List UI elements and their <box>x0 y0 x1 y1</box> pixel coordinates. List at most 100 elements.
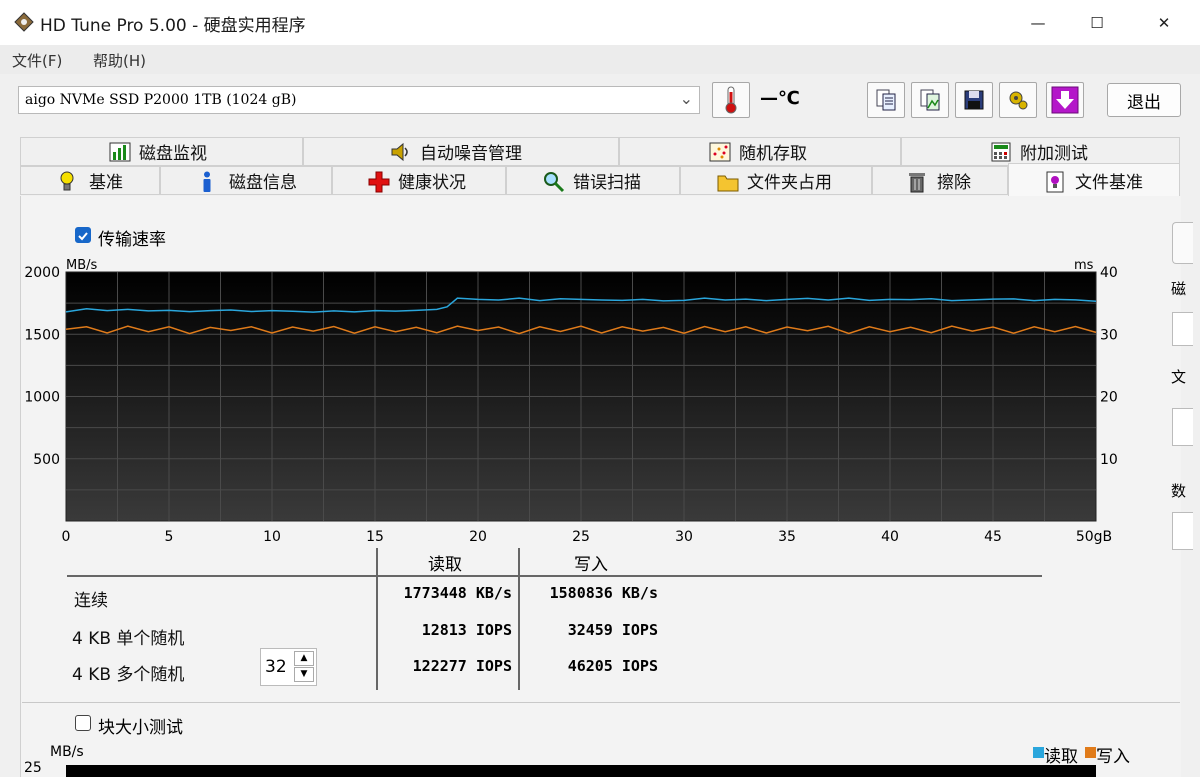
y-right-tick: 40 <box>1100 265 1118 281</box>
file-benchmark-icon <box>1045 171 1065 192</box>
x-tick: 50gB <box>1076 529 1112 545</box>
close-button[interactable]: ✕ <box>1141 0 1187 45</box>
clipped-field[interactable] <box>1172 408 1193 446</box>
menu-file[interactable]: 文件(F) <box>12 50 62 71</box>
random-single-write-value: 32459 IOPS <box>567 621 658 639</box>
save-icon <box>964 90 984 110</box>
check-icon <box>78 232 88 241</box>
spin-down-icon[interactable]: ▼ <box>294 667 314 682</box>
download-icon <box>1051 86 1079 114</box>
tab-file-benchmark[interactable]: 文件基准 <box>1008 163 1180 197</box>
tab-label: 随机存取 <box>739 144 807 164</box>
y-right-unit: ms <box>1074 258 1094 273</box>
app-icon <box>14 12 34 32</box>
settings-button[interactable] <box>999 82 1037 118</box>
tab-error-scan[interactable]: 错误扫描 <box>506 166 680 195</box>
download-button[interactable] <box>1046 82 1084 118</box>
table-divider <box>67 575 1042 577</box>
tab-label: 擦除 <box>937 173 971 193</box>
tab-aam[interactable]: 自动噪音管理 <box>303 137 619 166</box>
x-tick: 20 <box>469 529 487 545</box>
queue-depth-spinner[interactable]: 32 ▲ ▼ <box>260 648 317 686</box>
tab-label: 健康状况 <box>398 173 466 193</box>
x-tick: 5 <box>165 529 174 545</box>
bulb-icon <box>59 171 79 191</box>
tab-disk-monitor[interactable]: 磁盘监视 <box>20 137 303 166</box>
row-label: 4 KB 单个随机 <box>72 629 185 649</box>
y-left-tick: 1000 <box>24 390 60 406</box>
transfer-rate-label: 传输速率 <box>98 230 166 250</box>
speaker-icon <box>390 142 410 162</box>
calculator-icon <box>990 142 1011 162</box>
exit-button[interactable]: 退出 <box>1107 83 1181 117</box>
settings-icon <box>1009 91 1028 110</box>
legend-write-swatch <box>1085 747 1096 758</box>
health-cross-icon <box>368 171 390 192</box>
trash-icon <box>907 171 927 192</box>
block-size-label: 块大小测试 <box>98 718 183 738</box>
tab-disk-info[interactable]: 磁盘信息 <box>160 166 332 195</box>
drive-select[interactable]: aigo NVMe SSD P2000 1TB (1024 gB) ⌄ <box>18 86 700 114</box>
copy-text-button[interactable] <box>867 82 905 118</box>
transfer-rate-chart: MB/s ms 2000 1500 1000 500 40 30 20 10 0 5 10 15 20 25 3… <box>24 258 1118 545</box>
y-right-tick: 20 <box>1100 390 1118 406</box>
tab-label: 文件基准 <box>1075 173 1143 193</box>
magnifier-icon <box>543 171 565 192</box>
clipped-start-button[interactable] <box>1172 222 1193 264</box>
tab-label: 磁盘信息 <box>229 173 297 193</box>
spin-up-icon[interactable]: ▲ <box>294 651 314 666</box>
y-right-tick: 10 <box>1100 452 1118 468</box>
x-tick: 30 <box>675 529 693 545</box>
legend-write-label: 写入 <box>1096 747 1130 767</box>
write-header: 写入 <box>574 555 608 575</box>
copy-image-icon <box>920 89 940 111</box>
x-tick: 0 <box>62 529 71 545</box>
sequential-read-value: 1773448 KB/s <box>403 584 512 602</box>
legend-read-label: 读取 <box>1044 747 1078 767</box>
x-tick: 15 <box>366 529 384 545</box>
tab-benchmark[interactable]: 基准 <box>20 166 160 195</box>
table-divider <box>518 548 520 690</box>
table-divider <box>376 548 378 690</box>
save-button[interactable] <box>955 82 993 118</box>
maximize-button[interactable]: ☐ <box>1074 0 1120 45</box>
clipped-field[interactable] <box>1172 312 1193 346</box>
tab-label: 附加测试 <box>1020 144 1088 164</box>
tab-label: 磁盘监视 <box>139 144 207 164</box>
clipped-label: 磁 <box>1171 280 1187 298</box>
x-tick: 45 <box>984 529 1002 545</box>
read-header: 读取 <box>428 555 462 575</box>
folder-icon <box>717 171 739 191</box>
tab-label: 基准 <box>89 173 123 193</box>
clipped-field[interactable] <box>1172 512 1193 550</box>
random-single-read-value: 12813 IOPS <box>421 621 512 639</box>
row-label: 连续 <box>74 591 108 611</box>
tab-folder-usage[interactable]: 文件夹占用 <box>680 166 872 195</box>
minimize-button[interactable]: — <box>1015 0 1061 45</box>
tab-health[interactable]: 健康状况 <box>332 166 506 195</box>
thermometer-icon <box>725 86 737 114</box>
scatter-icon <box>709 142 731 162</box>
sequential-write-value: 1580836 KB/s <box>549 584 658 602</box>
section-divider <box>22 702 1180 703</box>
tab-random-access[interactable]: 随机存取 <box>619 137 901 166</box>
info-icon <box>199 171 219 192</box>
tab-label: 文件夹占用 <box>747 173 832 193</box>
copy-image-button[interactable] <box>911 82 949 118</box>
menu-help[interactable]: 帮助(H) <box>93 50 146 71</box>
tab-label: 错误扫描 <box>573 173 641 193</box>
tab-extra-tests[interactable]: 附加测试 <box>901 137 1180 166</box>
x-tick: 25 <box>572 529 590 545</box>
transfer-rate-checkbox[interactable] <box>75 227 91 243</box>
tab-erase[interactable]: 擦除 <box>872 166 1008 195</box>
clipped-label: 文 <box>1171 368 1187 386</box>
chart-icon <box>109 142 131 162</box>
y-left-unit: MB/s <box>66 258 98 273</box>
chevron-down-icon: ⌄ <box>679 89 693 108</box>
temperature-button[interactable] <box>712 82 750 118</box>
block-size-checkbox[interactable] <box>75 715 91 731</box>
x-tick: 35 <box>778 529 796 545</box>
random-multi-read-value: 122277 IOPS <box>412 657 512 675</box>
temperature-readout: —℃ <box>760 88 800 109</box>
row-label: 4 KB 多个随机 <box>72 665 185 685</box>
